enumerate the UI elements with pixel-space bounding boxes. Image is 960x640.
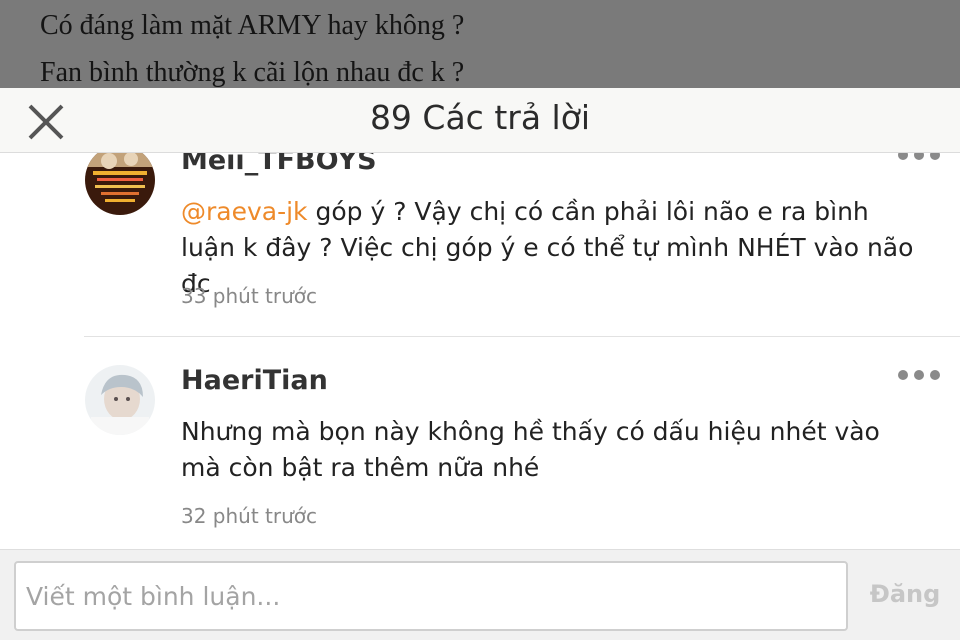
user-mention-link[interactable]: @raeva-jk bbox=[181, 197, 308, 226]
comment-composer: Đăng bbox=[0, 549, 960, 640]
comment-list[interactable]: Meii_TFBOYS @raeva-jk góp ý ? Vậy chị có… bbox=[0, 153, 960, 549]
story-line-2: Fan bình thường k cãi lộn nhau đc k ? bbox=[40, 57, 465, 88]
replies-header: 89 Các trả lời bbox=[0, 88, 960, 153]
dot-icon bbox=[914, 370, 924, 380]
dot-icon bbox=[930, 370, 940, 380]
replies-count-title: 89 Các trả lời bbox=[369, 98, 591, 137]
comment-item: Meii_TFBOYS @raeva-jk góp ý ? Vậy chị có… bbox=[0, 153, 960, 345]
comment-username[interactable]: HaeriTian bbox=[181, 365, 328, 396]
comment-text: Nhưng mà bọn này không hề thấy có dấu hi… bbox=[181, 417, 880, 482]
divider bbox=[84, 336, 960, 337]
background-story: Có đáng làm mặt ARMY hay không ? Fan bìn… bbox=[0, 0, 960, 88]
dot-icon bbox=[930, 153, 940, 160]
avatar[interactable] bbox=[85, 153, 155, 215]
more-options-button[interactable] bbox=[898, 153, 940, 163]
dot-icon bbox=[898, 370, 908, 380]
avatar[interactable] bbox=[85, 365, 155, 435]
comment-item: HaeriTian Nhưng mà bọn này không hề thấy… bbox=[0, 365, 960, 549]
comment-timestamp: 33 phút trước bbox=[181, 284, 318, 308]
comment-username[interactable]: Meii_TFBOYS bbox=[181, 153, 377, 176]
story-line-1: Có đáng làm mặt ARMY hay không ? bbox=[40, 10, 465, 41]
more-options-button[interactable] bbox=[898, 367, 940, 383]
dot-icon bbox=[898, 153, 908, 160]
comment-timestamp: 32 phút trước bbox=[181, 504, 318, 528]
post-button[interactable]: Đăng bbox=[860, 580, 950, 608]
dot-icon bbox=[914, 153, 924, 160]
comment-input[interactable] bbox=[14, 561, 848, 631]
